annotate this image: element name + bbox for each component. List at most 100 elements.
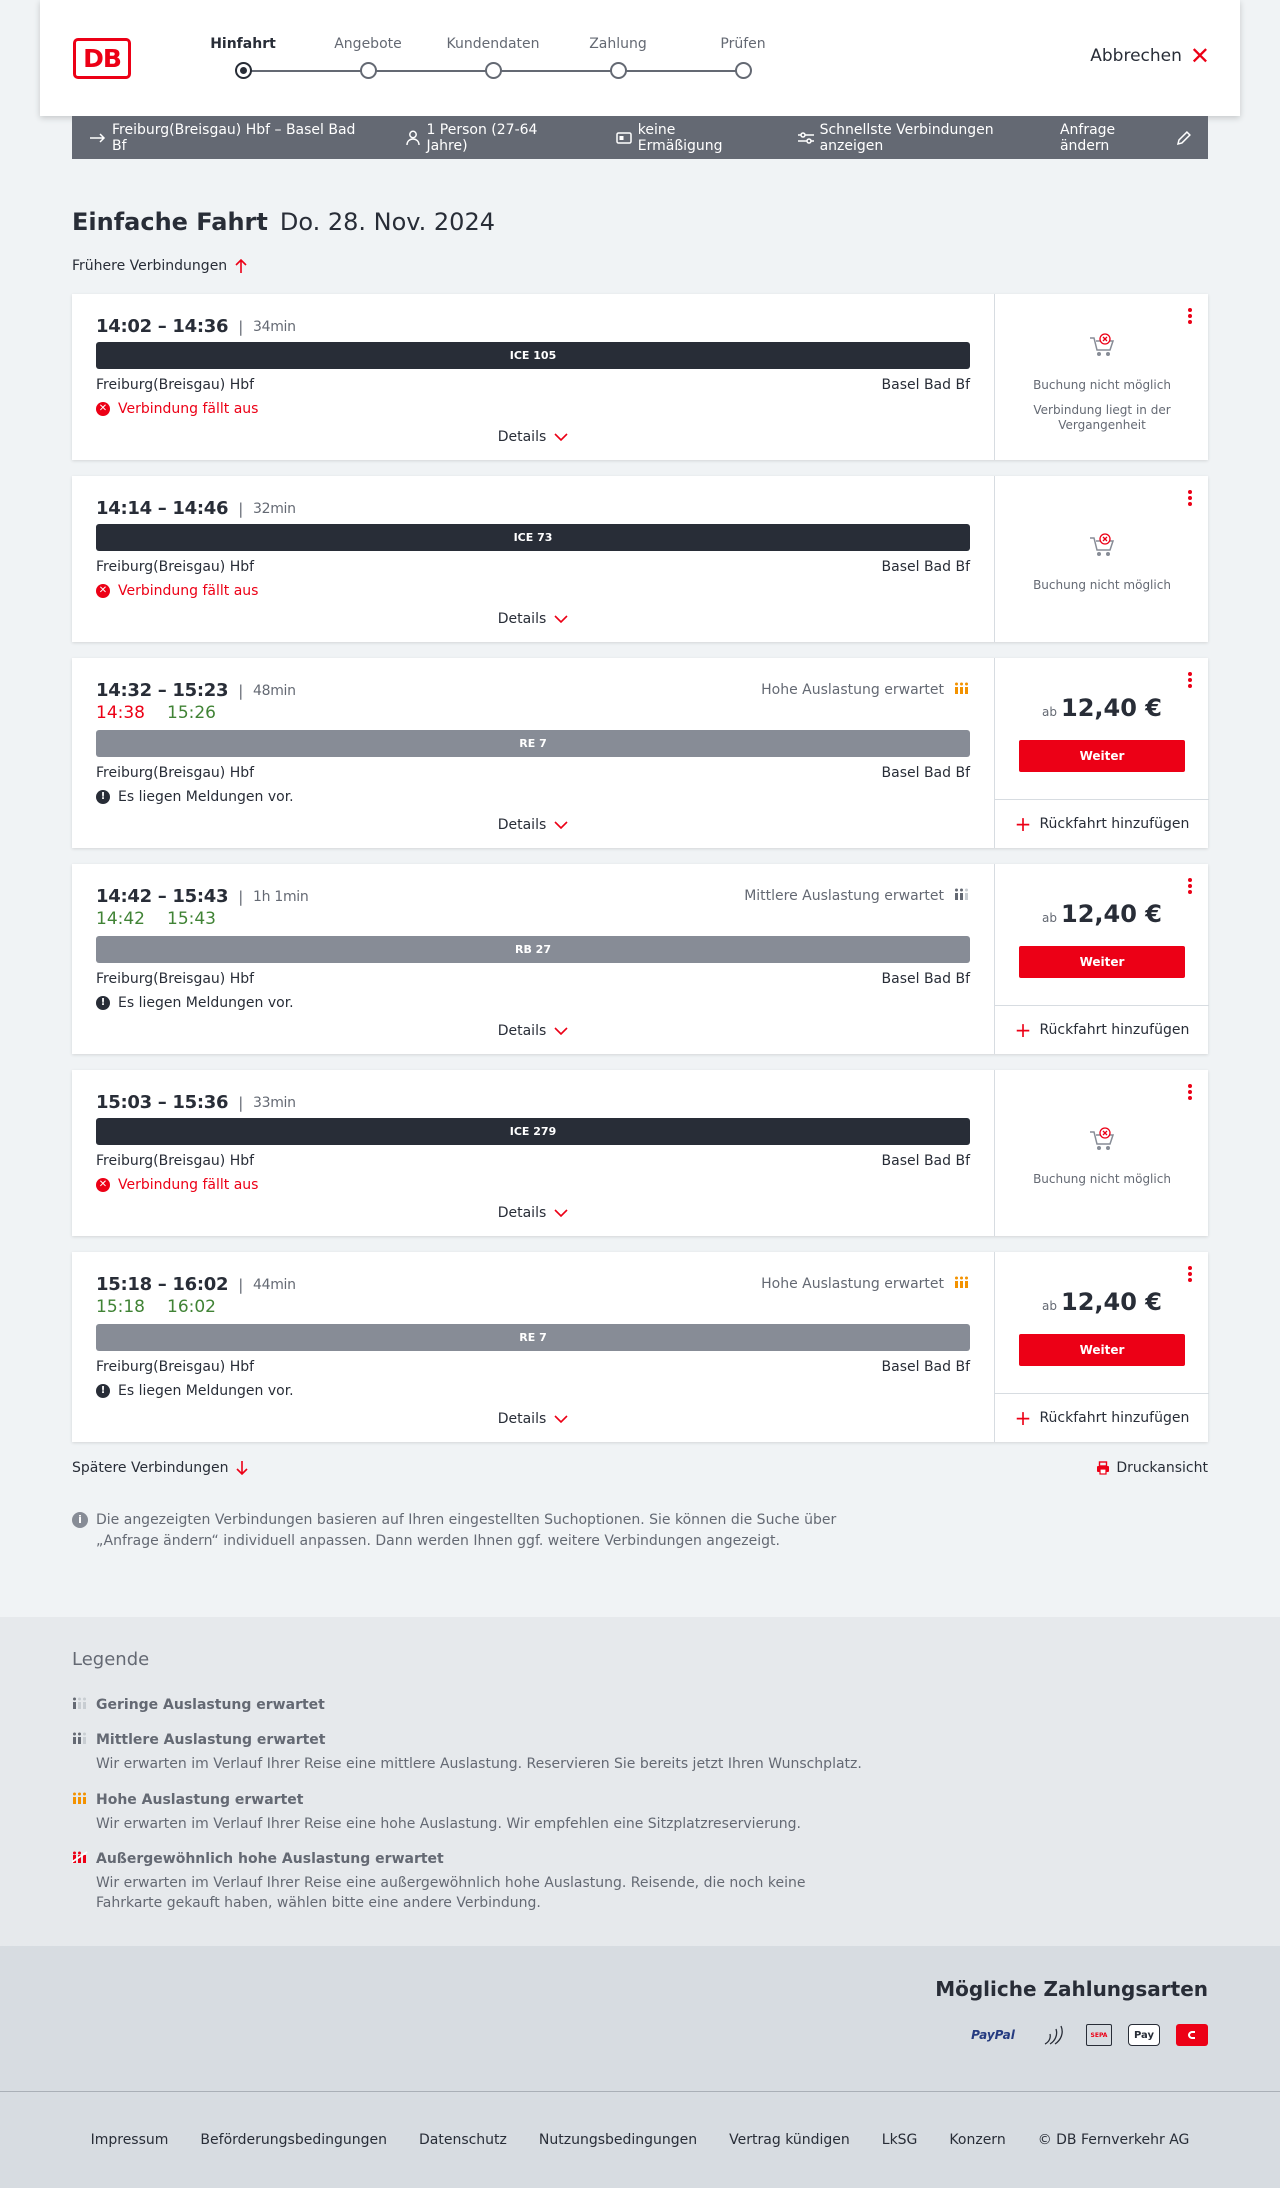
footer-link-vertrag-kuendigen[interactable]: Vertrag kündigen — [729, 2132, 850, 2148]
more-options-icon[interactable] — [1188, 1266, 1192, 1282]
connection-card[interactable]: 14:42 – 15:43 | 1h 1min 14:42 15:43 Mittlere … — [72, 864, 1209, 1054]
continue-button[interactable]: Weiter — [1019, 946, 1185, 978]
occupancy-indicator: Hohe Auslastung erwartet — [761, 682, 970, 698]
print-view-link[interactable]: Druckansicht — [1096, 1460, 1208, 1476]
header: DB Hinfahrt Angebote Kundendaten Zahlung… — [40, 0, 1240, 116]
details-toggle[interactable]: Details — [72, 1411, 994, 1427]
query-route[interactable]: Freiburg(Breisgau) Hbf – Basel Bad Bf — [90, 122, 372, 154]
step-dot — [485, 62, 502, 79]
connection-card[interactable]: 14:14 – 14:46 | 32min ICE 73 Freiburg(Breisg… — [72, 476, 1208, 642]
plus-icon: + — [1014, 1406, 1032, 1430]
train-bar[interactable]: RE 7 — [96, 730, 970, 757]
realtime-arrival: 16:02 — [167, 1297, 216, 1317]
train-bar[interactable]: ICE 105 — [96, 342, 970, 369]
add-return-button[interactable]: + Rückfahrt hinzufügen — [995, 799, 1209, 848]
query-summary-bar: Freiburg(Breisgau) Hbf – Basel Bad Bf 1 … — [72, 116, 1208, 159]
connection-card[interactable]: 15:18 – 16:02 | 44min 15:18 16:02 Hohe Auslas… — [72, 1252, 1209, 1442]
step-angebote[interactable]: Angebote — [308, 34, 428, 79]
more-options-icon[interactable] — [1188, 308, 1192, 324]
details-toggle[interactable]: Details — [72, 1023, 994, 1039]
chevron-down-icon — [554, 821, 568, 829]
duration: 32min — [253, 500, 296, 517]
sepa-icon: SEPA — [1086, 2024, 1112, 2046]
price-amount: 12,40 € — [1061, 1288, 1162, 1316]
separator: | — [238, 681, 243, 700]
notice-text: Verbindung fällt aus — [118, 1177, 259, 1193]
arrival-station: Basel Bad Bf — [881, 1359, 970, 1375]
duration: 33min — [253, 1094, 296, 1111]
earlier-connections-link[interactable]: Frühere Verbindungen — [72, 258, 247, 274]
footer-link-lksg[interactable]: LkSG — [882, 2132, 918, 2148]
connection-card[interactable]: 14:02 – 14:36 | 34min ICE 105 Freiburg(Breis… — [72, 294, 1208, 460]
chevron-down-icon — [554, 615, 568, 623]
price: ab 12,40 € — [995, 694, 1209, 722]
footer-link-befoerderungsbedingungen[interactable]: Beförderungsbedingungen — [200, 2132, 387, 2148]
train-bar[interactable]: ICE 73 — [96, 524, 970, 551]
connection-info: 14:42 – 15:43 | 1h 1min 14:42 15:43 Mittlere … — [72, 864, 994, 1054]
arrow-up-icon — [235, 259, 247, 273]
continue-button[interactable]: Weiter — [1019, 740, 1185, 772]
load-low-icon — [72, 1697, 88, 1713]
later-connections-link[interactable]: Spätere Verbindungen — [72, 1460, 249, 1476]
apple-pay-icon: Pay — [1128, 2024, 1160, 2046]
connection-times: 14:42 – 15:43 | 1h 1min — [96, 886, 309, 907]
step-label: Kundendaten — [446, 36, 540, 52]
separator: | — [238, 499, 243, 518]
train-bar[interactable]: RB 27 — [96, 936, 970, 963]
planned-times: 14:32 – 15:23 — [96, 680, 229, 701]
step-kundendaten[interactable]: Kundendaten — [433, 34, 553, 79]
print-label: Druckansicht — [1116, 1460, 1208, 1476]
pencil-icon — [1177, 130, 1192, 145]
train-bar[interactable]: RE 7 — [96, 1324, 970, 1351]
step-zahlung[interactable]: Zahlung — [558, 34, 678, 79]
cancel-button[interactable]: Abbrechen ✕ — [1090, 42, 1210, 70]
details-label: Details — [497, 429, 547, 445]
connection-card[interactable]: 15:03 – 15:36 | 33min ICE 279 Freiburg(Breis… — [72, 1070, 1208, 1236]
db-logo[interactable]: DB — [73, 38, 131, 79]
step-hinfahrt[interactable]: Hinfahrt — [183, 34, 303, 79]
train-bar[interactable]: ICE 279 — [96, 1118, 970, 1145]
more-options-icon[interactable] — [1188, 1084, 1192, 1100]
more-options-icon[interactable] — [1188, 490, 1192, 506]
add-return-button[interactable]: + Rückfahrt hinzufügen — [995, 1005, 1209, 1054]
duration: 1h 1min — [253, 888, 309, 905]
page-title: Einfache Fahrt Do. 28. Nov. 2024 — [72, 208, 495, 236]
later-label: Spätere Verbindungen — [72, 1460, 229, 1476]
notice-text: Es liegen Meldungen vor. — [118, 789, 294, 805]
step-dot — [735, 62, 752, 79]
footer-link-datenschutz[interactable]: Datenschutz — [419, 2132, 507, 2148]
query-discount[interactable]: keine Ermäßigung — [616, 122, 764, 154]
details-toggle[interactable]: Details — [72, 611, 994, 627]
duration: 44min — [253, 1276, 296, 1293]
more-options-icon[interactable] — [1188, 878, 1192, 894]
query-persons-label: 1 Person (27-64 Jahre) — [426, 121, 538, 154]
details-toggle[interactable]: Details — [72, 1205, 994, 1221]
chevron-down-icon — [554, 433, 568, 441]
booking-unavailable: Buchung nicht möglich Verbindung liegt in… — [995, 378, 1209, 433]
footer-link-konzern[interactable]: Konzern — [949, 2132, 1005, 2148]
details-label: Details — [497, 1205, 547, 1221]
footer-link-impressum[interactable]: Impressum — [91, 2132, 169, 2148]
query-persons[interactable]: 1 Person (27-64 Jahre) — [406, 122, 581, 154]
stations: Freiburg(Breisgau) Hbf Basel Bad Bf — [96, 1153, 970, 1169]
connection-card[interactable]: 14:32 – 15:23 | 48min 14:38 15:26 Hohe Auslas… — [72, 658, 1209, 848]
step-dot — [235, 62, 252, 79]
load-high-icon — [72, 1792, 88, 1808]
occupancy-indicator: Mittlere Auslastung erwartet — [744, 888, 970, 904]
booking-unavailable-label: Buchung nicht möglich — [1033, 1172, 1171, 1186]
continue-button[interactable]: Weiter — [1019, 1334, 1185, 1366]
legend-item-desc: Wir erwarten im Verlauf Ihrer Reise eine… — [96, 1756, 862, 1772]
change-request-button[interactable]: Anfrage ändern — [1060, 122, 1192, 154]
details-toggle[interactable]: Details — [72, 817, 994, 833]
add-return-button[interactable]: + Rückfahrt hinzufügen — [995, 1393, 1209, 1442]
card-icon — [616, 131, 632, 144]
booking-panel: Buchung nicht möglich — [994, 476, 1208, 642]
connection-notice: ! Es liegen Meldungen vor. — [96, 1383, 294, 1399]
more-options-icon[interactable] — [1188, 672, 1192, 688]
step-pruefen[interactable]: Prüfen — [683, 34, 803, 79]
query-fastest[interactable]: Schnellste Verbindungen anzeigen — [797, 122, 1060, 154]
footer-link-nutzungsbedingungen[interactable]: Nutzungsbedingungen — [539, 2132, 697, 2148]
close-icon: ✕ — [1189, 42, 1210, 70]
warning-circle-icon: ! — [96, 790, 110, 804]
details-toggle[interactable]: Details — [72, 429, 994, 445]
